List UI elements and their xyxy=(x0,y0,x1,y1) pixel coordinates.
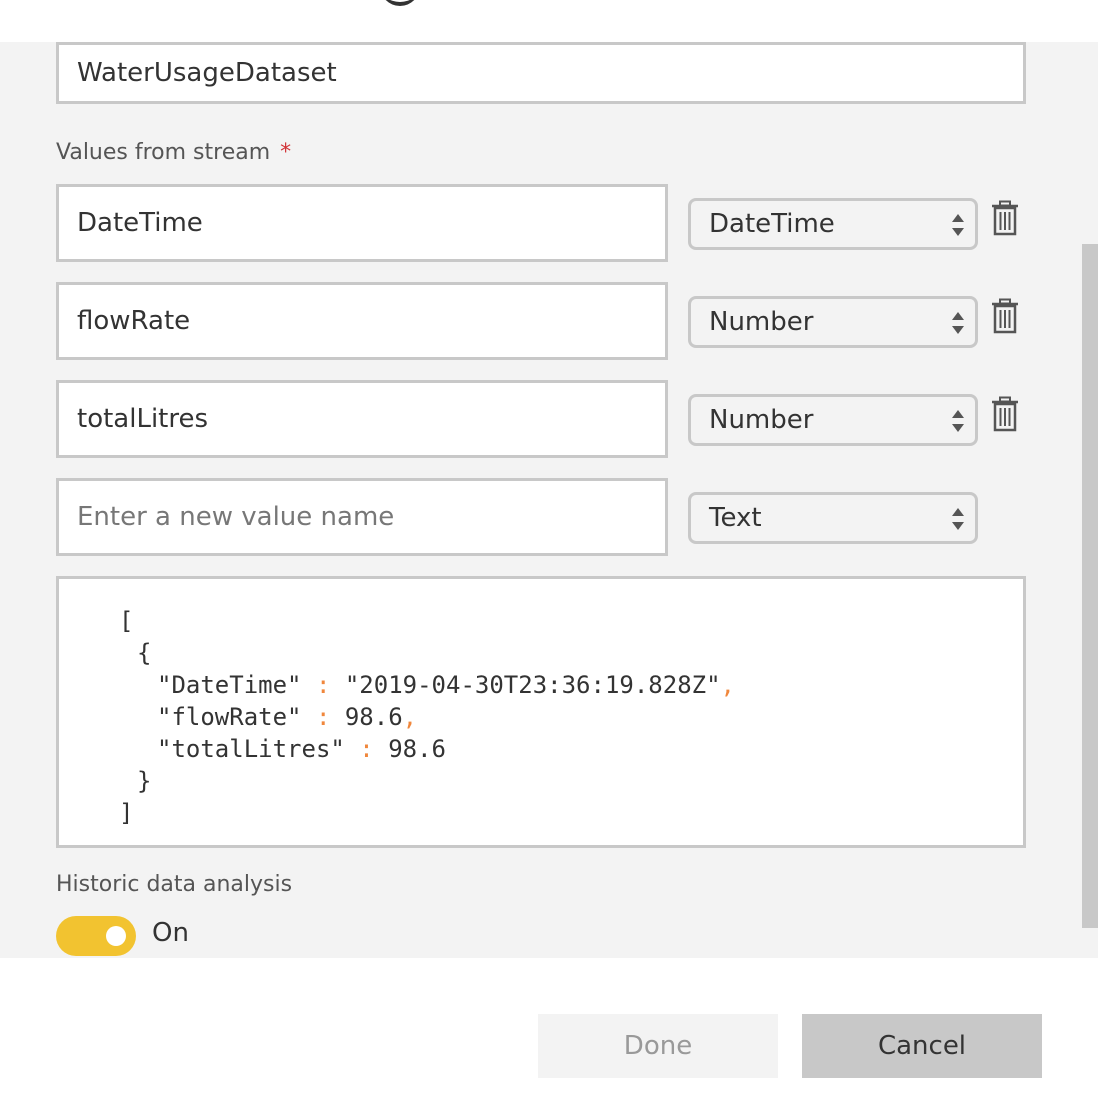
new-value-type-select[interactable]: Text xyxy=(688,492,978,544)
value-name-input[interactable]: flowRate xyxy=(56,282,668,360)
json-comma: , xyxy=(720,671,735,699)
value-type-selected: DateTime xyxy=(709,209,835,239)
json-separator: : xyxy=(359,735,374,763)
json-key: "DateTime" xyxy=(157,671,302,699)
value-type-selected: Number xyxy=(709,307,814,337)
dialog-body: WaterUsageDataset Values from stream * Da… xyxy=(0,42,1098,958)
required-marker: * xyxy=(280,140,292,165)
value-type-select[interactable]: Number xyxy=(688,296,978,348)
cancel-button[interactable]: Cancel xyxy=(802,1014,1042,1078)
toggle-knob xyxy=(106,926,126,946)
delete-trash-icon[interactable] xyxy=(990,200,1020,236)
json-separator: : xyxy=(315,703,331,731)
json-comma: , xyxy=(402,703,418,731)
dataset-name-input[interactable]: WaterUsageDataset xyxy=(56,42,1026,104)
new-value-name-input[interactable]: Enter a new value name xyxy=(56,478,668,556)
json-separator: : xyxy=(315,671,331,699)
historic-data-toggle[interactable] xyxy=(56,916,136,956)
value-type-select[interactable]: Number xyxy=(688,394,978,446)
json-line-flowrate: "flowRate" : 98.6, xyxy=(157,701,417,733)
value-name-input[interactable]: DateTime xyxy=(56,184,668,262)
json-line-datetime: "DateTime" : "2019-04-30T23:36:19.828Z", xyxy=(157,669,735,701)
values-label-text: Values from stream xyxy=(56,140,271,165)
json-value: "2019-04-30T23:36:19.828Z" xyxy=(344,671,721,699)
done-button[interactable]: Done xyxy=(538,1014,778,1078)
scrollbar-thumb[interactable] xyxy=(1082,244,1098,928)
select-arrows-icon xyxy=(952,312,964,334)
json-key: "flowRate" xyxy=(157,703,302,731)
json-key: "totalLitres" xyxy=(157,735,345,763)
delete-trash-icon[interactable] xyxy=(990,396,1020,432)
delete-trash-icon[interactable] xyxy=(990,298,1020,334)
value-type-selected: Number xyxy=(709,405,814,435)
value-name-input[interactable]: totalLitres xyxy=(56,380,668,458)
dialog-header-clipped xyxy=(0,0,1098,42)
select-arrows-icon xyxy=(952,214,964,236)
clipped-title-glyph xyxy=(380,0,420,6)
dialog-footer: Done Cancel xyxy=(0,958,1098,1100)
json-line-totallitres: "totalLitres" : 98.6 xyxy=(157,733,446,765)
json-preview[interactable]: [ { "DateTime" : "2019-04-30T23:36:19.82… xyxy=(56,576,1026,848)
json-value: 98.6 xyxy=(388,735,446,763)
json-open-brace: { xyxy=(137,639,152,667)
json-open-bracket: [ xyxy=(119,607,134,635)
value-type-selected: Text xyxy=(709,503,762,533)
select-arrows-icon xyxy=(952,508,964,530)
scrollbar[interactable] xyxy=(1082,42,1098,958)
select-arrows-icon xyxy=(952,410,964,432)
value-type-select[interactable]: DateTime xyxy=(688,198,978,250)
historic-data-analysis-label: Historic data analysis xyxy=(56,872,293,897)
json-value: 98.6 xyxy=(344,703,403,731)
toggle-state-label: On xyxy=(152,918,189,948)
json-close-bracket: ] xyxy=(119,799,134,827)
json-close-brace: } xyxy=(137,767,152,795)
values-from-stream-label: Values from stream * xyxy=(56,140,291,165)
